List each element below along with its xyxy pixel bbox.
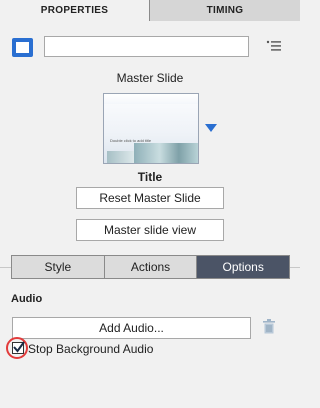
layout-title-label: Title [137,170,163,184]
list-menu-icon[interactable] [266,40,282,52]
thumbnail-image-left [107,151,135,163]
tab-properties[interactable]: PROPERTIES [0,0,150,21]
slide-icon [12,38,33,57]
master-dropdown-arrow-icon[interactable] [205,124,217,132]
slide-name-input[interactable] [44,36,249,57]
segment-options[interactable]: Options [196,256,290,278]
master-slide-view-button[interactable]: Master slide view [76,219,224,241]
stop-background-audio-label[interactable]: Stop Background Audio [28,342,153,356]
thumbnail-image [134,143,198,163]
segment-actions[interactable]: Actions [103,256,197,278]
master-slide-label: Master Slide [116,71,184,85]
master-slide-thumbnail[interactable]: Double click to add title [103,93,199,164]
trash-icon[interactable] [263,319,275,334]
add-audio-button[interactable]: Add Audio... [12,317,251,339]
tab-timing[interactable]: TIMING [150,0,300,21]
properties-segmented-control: Style Actions Options [11,255,290,279]
panel-tabbar: PROPERTIES TIMING [0,0,300,21]
thumbnail-header-band [104,94,198,104]
reset-master-slide-button[interactable]: Reset Master Slide [76,187,224,209]
segment-style[interactable]: Style [12,256,104,278]
audio-section-title: Audio [11,293,43,305]
divider [0,267,11,268]
checkmark-icon [13,341,25,353]
divider [290,267,300,268]
stop-background-audio-checkbox[interactable] [12,341,25,354]
